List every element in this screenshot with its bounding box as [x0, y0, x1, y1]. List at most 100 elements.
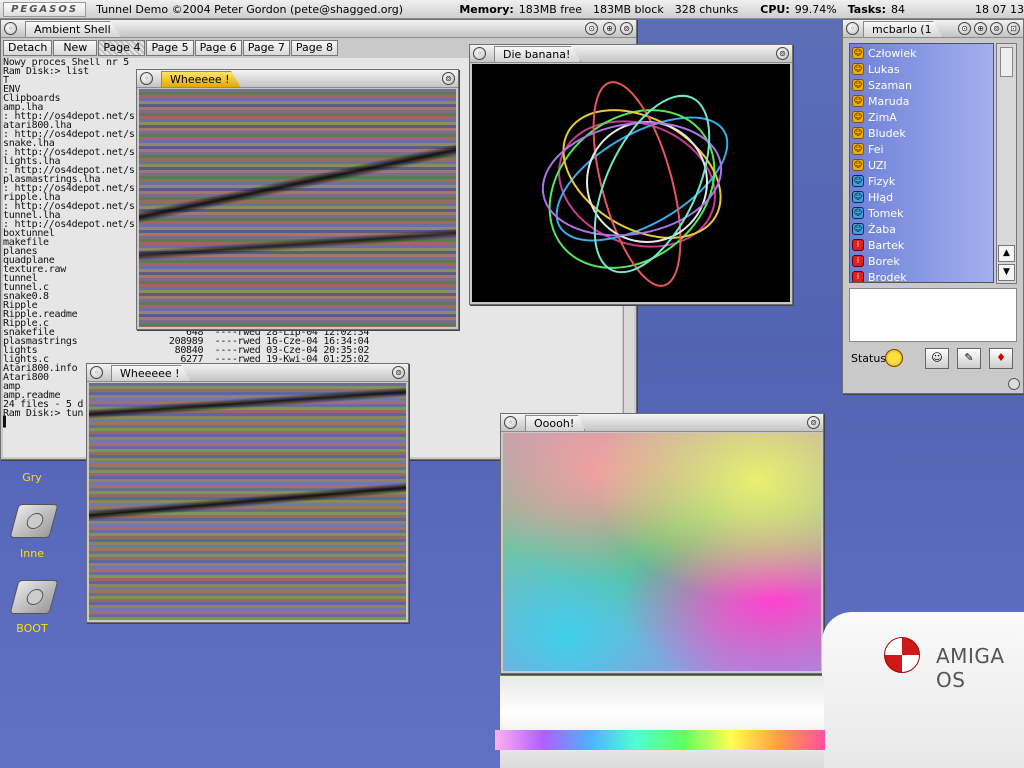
- iconify-icon[interactable]: ⊙: [958, 22, 971, 35]
- zoom-icon[interactable]: ⊚: [620, 22, 633, 35]
- user-info-button[interactable]: ☺: [925, 348, 949, 369]
- scroll-down-arrow-icon[interactable]: ▼: [998, 264, 1015, 281]
- buddy-name: Bartek: [868, 238, 905, 252]
- pegasos-logo[interactable]: PEGASOS: [3, 1, 87, 17]
- buddy-status-icon: ☺: [852, 127, 864, 139]
- close-icon[interactable]: ◦: [140, 72, 153, 85]
- chat-window[interactable]: ◦ mcbarlo (1 ⊙ ⊕ ⊚ ⊡ ☺ Człowiek ☺ Lukas ☺ Sza…: [842, 19, 1024, 394]
- menubar: PEGASOS Tunnel Demo ©2004 Peter Gordon (…: [0, 0, 1024, 19]
- boing-ball-icon: [884, 637, 920, 673]
- buddy-name: Żaba: [868, 222, 896, 236]
- buddy-item[interactable]: ☺ ZimA: [850, 109, 993, 125]
- buddy-name: Szaman: [868, 78, 912, 92]
- cpu-value: 99.74%: [794, 2, 837, 16]
- message-input[interactable]: [849, 288, 1017, 342]
- buddy-status-icon: ☺: [852, 159, 864, 171]
- buddy-item[interactable]: ☺ Człowiek: [850, 45, 993, 61]
- chat-titlebar[interactable]: ◦ mcbarlo (1 ⊙ ⊕ ⊚ ⊡: [843, 20, 1023, 38]
- banana-titlebar[interactable]: ◦ Die banana! ⊚: [470, 45, 792, 63]
- memory-label: Memory:: [459, 2, 514, 16]
- banana-title: Die banana!: [494, 46, 582, 62]
- chat-title: mcbarlo (1: [863, 21, 943, 37]
- close-icon[interactable]: ◦: [473, 47, 486, 60]
- memory-chunks: 328 chunks: [674, 2, 739, 16]
- tab-page-8[interactable]: Page 8: [290, 40, 338, 56]
- reflection-glitch: [495, 730, 825, 750]
- buddy-name: Bludek: [868, 126, 906, 140]
- zoom-icon[interactable]: ⊚: [776, 47, 789, 60]
- buddy-status-icon: ☺: [852, 175, 864, 187]
- tunnel-window-1-titlebar[interactable]: ◦ Wheeeee ! ⊚: [137, 70, 458, 88]
- close-icon[interactable]: ◦: [846, 22, 859, 35]
- resize-handle-icon[interactable]: [1008, 378, 1020, 390]
- buddy-item[interactable]: ☺ Maruda: [850, 93, 993, 109]
- ignore-user-button[interactable]: ♦: [989, 348, 1013, 369]
- plasma-titlebar[interactable]: ◦ Ooooh! ⊚: [501, 414, 823, 432]
- plasma-render: [503, 433, 821, 671]
- depth-icon[interactable]: ⊕: [974, 22, 987, 35]
- buddy-item[interactable]: i Borek: [850, 253, 993, 269]
- buddy-status-icon: i: [852, 255, 864, 267]
- depth-icon[interactable]: ⊕: [603, 22, 616, 35]
- buddy-name: Borek: [868, 254, 900, 268]
- scroll-up-arrow-icon[interactable]: ▲: [998, 245, 1015, 262]
- iconify-icon[interactable]: ⊙: [585, 22, 598, 35]
- close-icon[interactable]: ◦: [90, 366, 103, 379]
- buddy-status-icon: ☺: [852, 207, 864, 219]
- lock-icon[interactable]: ⊡: [1007, 22, 1020, 35]
- close-icon[interactable]: ◦: [4, 22, 17, 35]
- status-label: Status: [851, 352, 887, 365]
- desktop-icon-gry-label[interactable]: Gry: [2, 471, 62, 484]
- shell-title: Ambient Shell: [25, 21, 122, 37]
- buddy-item[interactable]: ☺ Fei: [850, 141, 993, 157]
- zoom-icon[interactable]: ⊚: [990, 22, 1003, 35]
- new-tab-button[interactable]: New: [53, 40, 98, 56]
- zoom-icon[interactable]: ⊚: [807, 416, 820, 429]
- buddy-item[interactable]: i Brodek: [850, 269, 993, 283]
- buddy-item[interactable]: ☺ Żaba: [850, 221, 993, 237]
- buddy-item[interactable]: ☺ Hłąd: [850, 189, 993, 205]
- buddy-item[interactable]: ☺ Bludek: [850, 125, 993, 141]
- buddy-item[interactable]: ☺ UZI: [850, 157, 993, 173]
- history-scroll-button[interactable]: ✎: [957, 348, 981, 369]
- cpu-label: CPU:: [760, 2, 790, 16]
- shell-titlebar[interactable]: ◦ Ambient Shell ⊙ ⊕ ⊚: [1, 20, 636, 38]
- tunnel-window-2-titlebar[interactable]: ◦ Wheeeee ! ⊚: [87, 364, 408, 382]
- buddy-name: Maruda: [868, 94, 910, 108]
- desktop-icon-inne-label[interactable]: Inne: [2, 547, 62, 560]
- buddy-item[interactable]: ☺ Lukas: [850, 61, 993, 77]
- detach-button[interactable]: Detach: [3, 40, 53, 56]
- harddisk-inne-icon[interactable]: [9, 504, 59, 538]
- shell-tab-bar: Detach New Page 4 Page 5 Page 6 Page 7 P…: [3, 40, 339, 56]
- banana-window[interactable]: ◦ Die banana! ⊚: [469, 44, 793, 305]
- buddy-name: UZI: [868, 158, 887, 172]
- harddisk-boot-icon[interactable]: [9, 580, 59, 614]
- buddy-name: Brodek: [868, 270, 907, 283]
- status-smiley-icon[interactable]: [885, 349, 903, 367]
- banana-render: [472, 64, 790, 302]
- buddy-item[interactable]: ☺ Tomek: [850, 205, 993, 221]
- buddy-item[interactable]: ☺ Fizyk: [850, 173, 993, 189]
- memory-block: 183MB block: [592, 2, 664, 16]
- buddy-item[interactable]: i Bartek: [850, 237, 993, 253]
- tab-page-4[interactable]: Page 4: [98, 40, 146, 56]
- zoom-icon[interactable]: ⊚: [392, 366, 405, 379]
- tunnel-window-1[interactable]: ◦ Wheeeee ! ⊚: [136, 69, 459, 330]
- zoom-icon[interactable]: ⊚: [442, 72, 455, 85]
- plasma-window[interactable]: ◦ Ooooh! ⊚: [500, 413, 824, 674]
- buddy-name: Lukas: [868, 62, 900, 76]
- tab-page-6[interactable]: Page 6: [194, 40, 242, 56]
- buddy-list[interactable]: ☺ Człowiek ☺ Lukas ☺ Szaman ☺ Maruda ☺ ZimA ☺ Blude…: [849, 43, 994, 283]
- tunnel-window-2[interactable]: ◦ Wheeeee ! ⊚: [86, 363, 409, 623]
- desktop-icon-boot-label[interactable]: BOOT: [2, 622, 62, 635]
- particle-knot-image: [541, 81, 729, 287]
- close-icon[interactable]: ◦: [504, 416, 517, 429]
- buddy-item[interactable]: ☺ Szaman: [850, 77, 993, 93]
- tunnel-window-2-title: Wheeeee !: [111, 365, 191, 381]
- tab-page-5[interactable]: Page 5: [146, 40, 194, 56]
- scroll-thumb[interactable]: [1000, 47, 1013, 77]
- tasks-value: 84: [891, 2, 906, 16]
- tab-page-7[interactable]: Page 7: [242, 40, 290, 56]
- buddy-scrollbar[interactable]: ▲ ▼: [996, 43, 1017, 284]
- buddy-status-icon: ☺: [852, 47, 864, 59]
